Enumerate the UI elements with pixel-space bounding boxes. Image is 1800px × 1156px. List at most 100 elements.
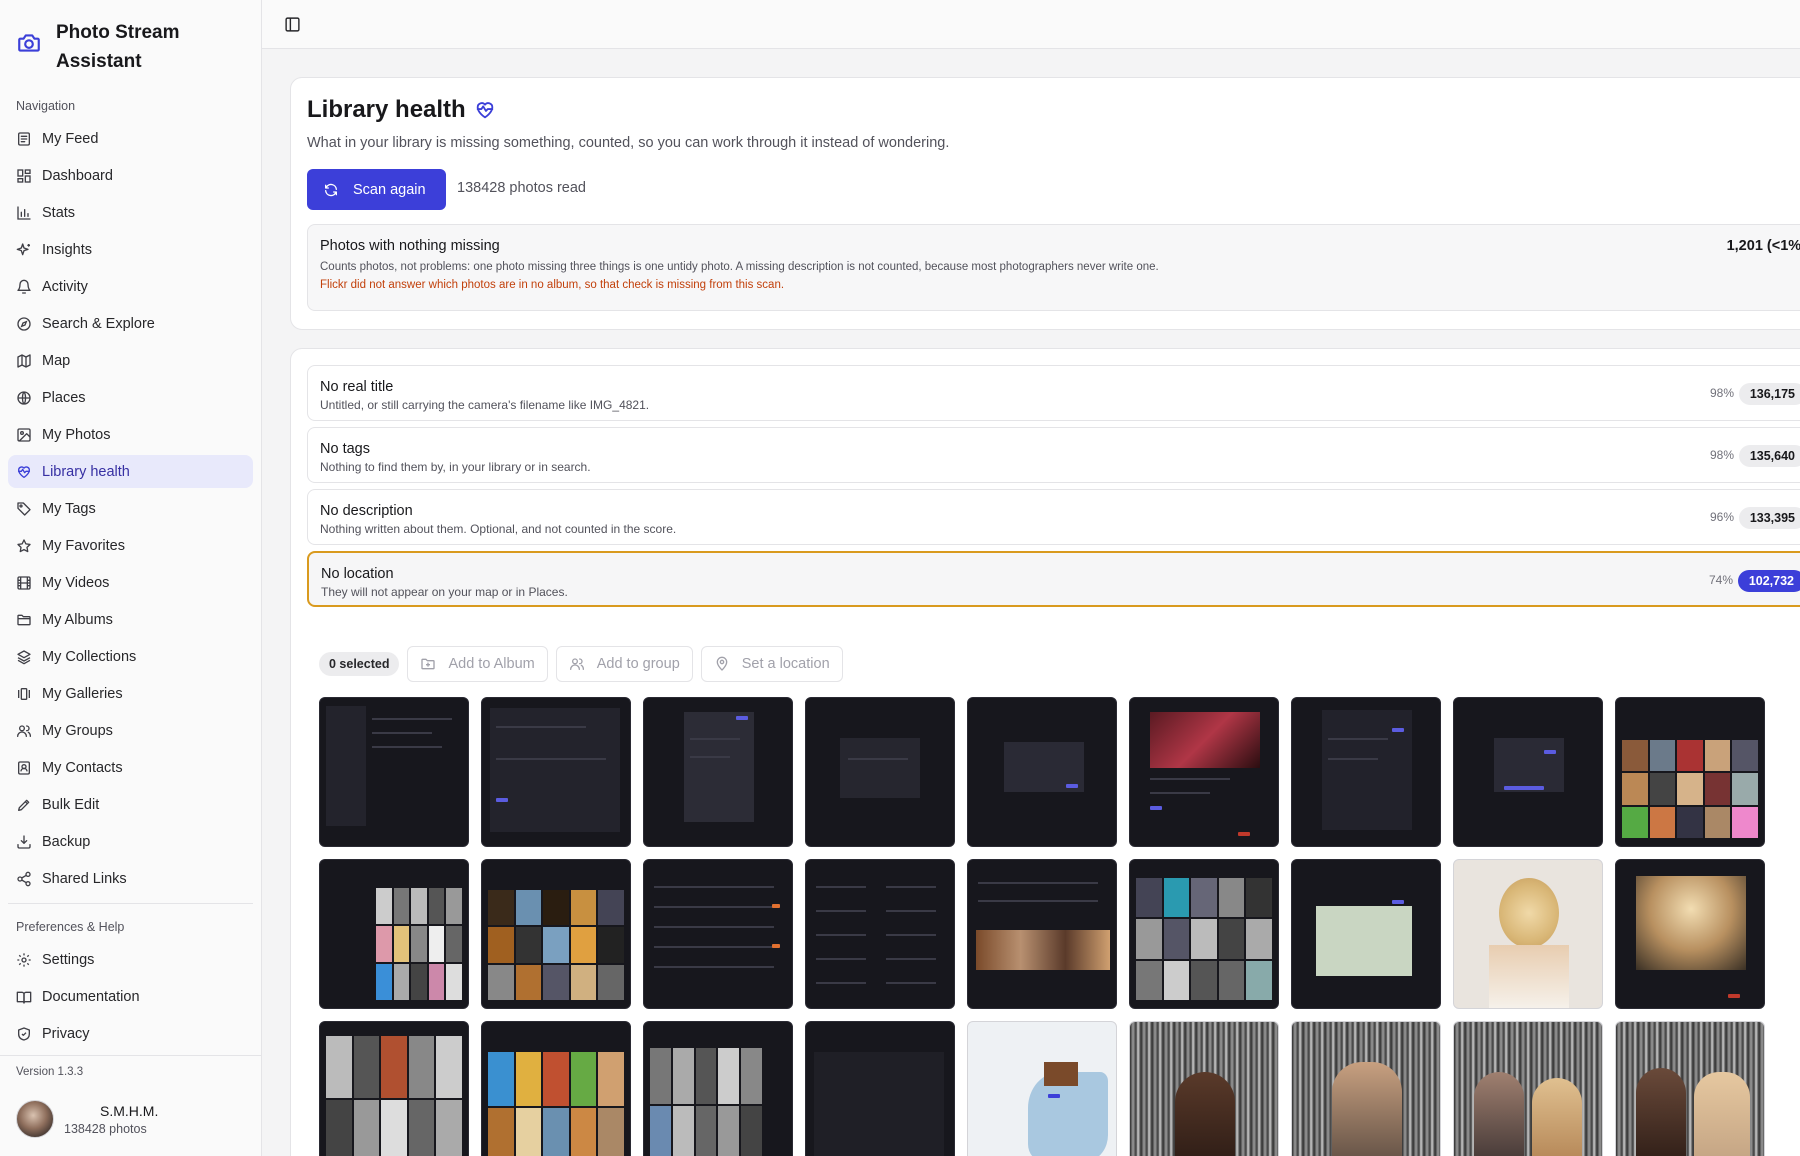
camera-icon [18, 34, 40, 52]
photo-thumbnail[interactable] [481, 859, 631, 1009]
sidebar-item-my-galleries[interactable]: My Galleries [8, 677, 253, 710]
layers-icon [17, 649, 31, 664]
sidebar-item-my-videos[interactable]: My Videos [8, 566, 253, 599]
sidebar-item-label: Settings [42, 951, 95, 968]
sidebar-toggle-icon[interactable] [284, 16, 301, 33]
sidebar-item-my-tags[interactable]: My Tags [8, 492, 253, 525]
sidebar-item-library-health[interactable]: Library health [8, 455, 253, 488]
sidebar-item-bulk-edit[interactable]: Bulk Edit [8, 788, 253, 821]
users-icon [569, 658, 584, 670]
sidebar-item-my-favorites[interactable]: My Favorites [8, 529, 253, 562]
sidebar-item-my-albums[interactable]: My Albums [8, 603, 253, 636]
sidebar-item-label: Activity [42, 278, 88, 295]
sidebar-item-documentation[interactable]: Documentation [8, 980, 253, 1013]
photo-thumbnail[interactable] [1453, 859, 1603, 1009]
issue-row-no-description[interactable]: No description Nothing written about the… [307, 489, 1800, 545]
photo-thumbnail[interactable] [805, 1021, 955, 1156]
sidebar-item-label: Map [42, 352, 71, 369]
folder-plus-icon [421, 658, 436, 670]
users-icon [17, 724, 31, 737]
photo-thumbnail[interactable] [967, 697, 1117, 847]
globe-icon [17, 390, 31, 405]
photo-thumbnail[interactable] [1615, 859, 1765, 1009]
issue-row-no-real-title[interactable]: No real title Untitled, or still carryin… [307, 365, 1800, 421]
sidebar-item-privacy[interactable]: Privacy [8, 1017, 253, 1050]
library-health-header-card: Library health What in your library is m… [290, 77, 1800, 330]
photo-thumbnail[interactable] [1129, 697, 1279, 847]
sidebar: Photo Stream Assistant Navigation My Fee… [0, 0, 262, 1156]
sidebar-item-label: Insights [42, 241, 92, 258]
set-location-button[interactable]: Set a location [700, 646, 843, 682]
sidebar-item-backup[interactable]: Backup [8, 825, 253, 858]
user-profile[interactable]: S.M.H.M. 138428 photos [16, 1100, 158, 1138]
sidebar-item-label: Library health [42, 463, 130, 480]
contact-icon [18, 760, 30, 775]
issue-row-no-location[interactable]: No location They will not appear on your… [307, 551, 1800, 607]
sidebar-item-label: Dashboard [42, 167, 113, 184]
photo-thumbnail[interactable] [967, 859, 1117, 1009]
photo-thumbnail[interactable] [1615, 1021, 1765, 1156]
photo-thumbnail[interactable] [1453, 697, 1603, 847]
sidebar-item-my-groups[interactable]: My Groups [8, 714, 253, 747]
sidebar-item-activity[interactable]: Activity [8, 270, 253, 303]
app-name: Photo Stream Assistant [56, 22, 180, 72]
sidebar-item-map[interactable]: Map [8, 344, 253, 377]
photo-thumbnail[interactable] [319, 697, 469, 847]
photo-thumbnail[interactable] [481, 1021, 631, 1156]
user-photo-count: 138428 photos [64, 1121, 147, 1136]
sidebar-item-places[interactable]: Places [8, 381, 253, 414]
photo-thumbnail[interactable] [481, 697, 631, 847]
page-subtitle: What in your library is missing somethin… [307, 135, 950, 151]
issue-description: They will not appear on your map or in P… [321, 585, 568, 599]
photo-thumbnail[interactable] [643, 1021, 793, 1156]
issue-percent: 74% [1708, 573, 1733, 587]
version-label: Version 1.3.3 [16, 1066, 84, 1078]
photo-thumbnail[interactable] [805, 697, 955, 847]
sidebar-item-my-collections[interactable]: My Collections [8, 640, 253, 673]
sidebar-item-label: Documentation [42, 988, 140, 1005]
sidebar-item-settings[interactable]: Settings [8, 943, 253, 976]
film-icon [17, 575, 31, 590]
summary-note: Counts photos, not problems: one photo m… [320, 261, 1159, 273]
sidebar-item-label: Backup [42, 833, 91, 850]
photo-thumbnail[interactable] [643, 859, 793, 1009]
photo-thumbnail[interactable] [1291, 1021, 1441, 1156]
issue-row-no-tags[interactable]: No tags Nothing to find them by, in your… [307, 427, 1800, 483]
heart-pulse-icon [476, 102, 493, 119]
scan-again-button[interactable]: Scan again [307, 169, 446, 210]
photo-thumbnail[interactable] [1615, 697, 1765, 847]
sidebar-item-shared-links[interactable]: Shared Links [8, 862, 253, 895]
sidebar-item-my-feed[interactable]: My Feed [8, 122, 253, 155]
issue-percent: 96% [1709, 510, 1734, 524]
add-to-album-button[interactable]: Add to Album [407, 646, 548, 682]
brand[interactable]: Photo Stream Assistant [0, 0, 261, 96]
sidebar-item-insights[interactable]: Insights [8, 233, 253, 266]
photo-thumbnail[interactable] [805, 859, 955, 1009]
sidebar-item-dashboard[interactable]: Dashboard [8, 159, 253, 192]
sidebar-item-label: My Albums [42, 611, 113, 628]
sidebar-item-stats[interactable]: Stats [8, 196, 253, 229]
summary-title: Photos with nothing missing [320, 238, 500, 254]
add-to-group-button[interactable]: Add to group [555, 646, 693, 682]
photo-thumbnail[interactable] [1129, 1021, 1279, 1156]
issue-title: No location [321, 566, 394, 582]
star-icon [17, 538, 31, 552]
photo-thumbnail[interactable] [319, 1021, 469, 1156]
sidebar-item-search-explore[interactable]: Search & Explore [8, 307, 253, 340]
photo-thumbnail[interactable] [643, 697, 793, 847]
sidebar-item-my-photos[interactable]: My Photos [8, 418, 253, 451]
photo-thumbnail[interactable] [1129, 859, 1279, 1009]
compass-icon [17, 316, 31, 331]
photos-icon [17, 427, 31, 442]
tag-icon [17, 501, 31, 516]
photo-thumbnail[interactable] [319, 859, 469, 1009]
top-bar [262, 0, 1800, 49]
issue-percent: 98% [1709, 448, 1734, 462]
photo-thumbnail[interactable] [1291, 859, 1441, 1009]
photo-thumbnail[interactable] [1291, 697, 1441, 847]
photo-thumbnail[interactable] [1453, 1021, 1603, 1156]
sidebar-item-my-contacts[interactable]: My Contacts [8, 751, 253, 784]
sidebar-item-label: My Photos [42, 426, 111, 443]
photo-thumbnail[interactable] [967, 1021, 1117, 1156]
sidebar-item-label: My Tags [42, 500, 96, 517]
